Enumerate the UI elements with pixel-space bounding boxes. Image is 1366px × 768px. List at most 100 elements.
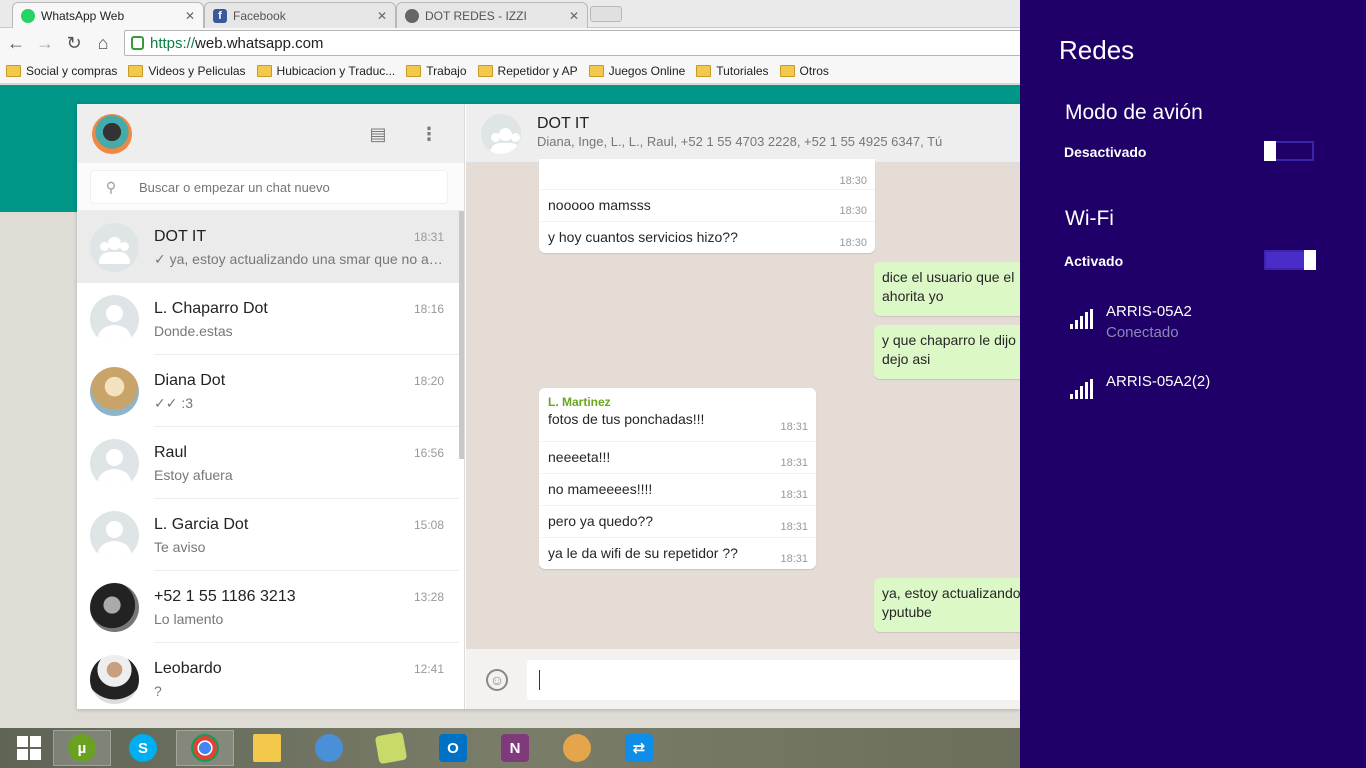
taskbar-onenote[interactable]: N: [486, 730, 544, 766]
bookmark-label: Otros: [799, 63, 829, 78]
url-scheme: https://: [150, 34, 196, 52]
tab-whatsapp-web[interactable]: WhatsApp Web ✕: [12, 2, 204, 28]
bookmark-label: Trabajo: [426, 63, 467, 78]
search-box: ⚲: [91, 171, 447, 203]
back-icon[interactable]: ←: [4, 31, 28, 55]
new-chat-icon[interactable]: ▤: [367, 123, 389, 145]
my-avatar[interactable]: [92, 114, 132, 154]
message-input[interactable]: [527, 660, 1020, 700]
message-out: y que chaparro le dijo dejo asi: [874, 325, 1020, 379]
address-bar[interactable]: https://web.whatsapp.com: [124, 30, 1024, 56]
bookmark-folder[interactable]: Juegos Online: [588, 64, 685, 78]
bookmark-folder[interactable]: Hubicacion y Traduc...: [256, 64, 395, 78]
conversation-pane: DOT IT Diana, Inge, L., L., Raul, +52 1 …: [466, 104, 1020, 709]
message-group-l-martinez: L. Martinez fotos de tus ponchadas!!! 18:…: [539, 388, 816, 569]
facebook-icon: f: [213, 8, 227, 23]
message-text: nooooo mamsss: [548, 197, 651, 213]
chat-name: Diana Dot: [154, 372, 226, 389]
chat-last-message: Donde.estas: [154, 323, 233, 339]
bookmark-folder[interactable]: Otros: [779, 63, 829, 78]
bookmark-folder[interactable]: Tutoriales: [696, 64, 769, 78]
chat-last-message: Te aviso: [154, 539, 206, 555]
toggle-knob: [1304, 250, 1316, 270]
message-time: 18:31: [780, 553, 808, 565]
wifi-toggle[interactable]: [1264, 250, 1316, 270]
bookmark-label: Videos y Peliculas: [148, 63, 246, 78]
chat-item-raul[interactable]: Raul 16:56 Estoy afuera: [77, 427, 459, 499]
close-tab-icon[interactable]: ✕: [185, 9, 195, 23]
conversation-header[interactable]: DOT IT Diana, Inge, L., L., Raul, +52 1 …: [466, 104, 1020, 163]
message-text: y hoy cuantos servicios hizo??: [548, 229, 738, 245]
page-icon: [405, 8, 419, 23]
home-icon[interactable]: ⌂: [91, 31, 115, 55]
start-button[interactable]: [0, 730, 58, 766]
chat-last-message: ?: [154, 683, 162, 699]
taskbar-outlook[interactable]: O: [424, 730, 482, 766]
bookmark-label: Social y compras: [26, 63, 118, 78]
toggle-knob: [1264, 141, 1276, 161]
close-tab-icon[interactable]: ✕: [377, 9, 387, 23]
message-out: ya, estoy actualizando yputube: [874, 578, 1020, 632]
message-line: pero ya quedo?? 18:31: [539, 505, 816, 537]
taskbar-sticky-notes[interactable]: [362, 730, 420, 766]
forward-icon[interactable]: →: [33, 31, 57, 55]
bookmarks-bar: Social y compras Videos y Peliculas Hubi…: [0, 58, 1020, 84]
tab-title: WhatsApp Web: [41, 8, 125, 23]
chat-item-leobardo[interactable]: Leobardo 12:41 ?: [77, 643, 459, 709]
taskbar-network-tool[interactable]: [300, 730, 358, 766]
panel-title: Redes: [1059, 35, 1135, 65]
message-line: ya, estoy actualizando: [882, 585, 1020, 601]
bookmark-folder[interactable]: Repetidor y AP: [477, 64, 578, 78]
chat-list: DOT IT 18:31 ✓ ya, estoy actualizando un…: [77, 211, 464, 709]
emoji-icon[interactable]: ☺: [486, 669, 508, 691]
chat-item-phone-contact[interactable]: +52 1 55 1186 3213 13:28 Lo lamento: [77, 571, 459, 643]
avatar: [90, 439, 139, 488]
message-text: dice el usuario que el ahorita yo: [874, 262, 1020, 312]
close-tab-icon[interactable]: ✕: [569, 9, 579, 23]
chat-list-scrollbar[interactable]: [459, 211, 464, 459]
chat-time: 15:08: [413, 518, 444, 532]
network-status: Conectado: [1106, 324, 1179, 341]
taskbar: µ S O N ⇄: [0, 728, 1020, 768]
chrome-icon: [191, 734, 219, 762]
airplane-mode-toggle[interactable]: [1264, 141, 1314, 161]
tab-dot-redes[interactable]: DOT REDES - IZZI ✕: [396, 2, 588, 28]
bookmark-folder[interactable]: Trabajo: [406, 63, 467, 78]
chat-time: 18:20: [413, 374, 444, 388]
network-item-arris-05a2-2[interactable]: ARRIS-05A2(2): [1070, 373, 1330, 417]
message-line: yputube: [882, 604, 932, 620]
taskbar-paint[interactable]: [548, 730, 606, 766]
bookmark-folder[interactable]: Social y compras: [6, 64, 117, 78]
message-line: ahorita yo: [882, 288, 944, 304]
network-item-arris-05a2[interactable]: ARRIS-05A2 Conectado: [1070, 303, 1330, 347]
taskbar-chrome[interactable]: [176, 730, 234, 766]
chat-item-dot-it[interactable]: DOT IT 18:31 ✓ ya, estoy actualizando un…: [77, 211, 459, 283]
tab-facebook[interactable]: f Facebook ✕: [204, 2, 396, 28]
taskbar-utorrent[interactable]: µ: [53, 730, 111, 766]
folder-icon: [696, 64, 712, 77]
chat-item-l-chaparro-dot[interactable]: L. Chaparro Dot 18:16 Donde.estas: [77, 283, 459, 355]
search-input[interactable]: [139, 179, 429, 195]
taskbar-skype[interactable]: S: [114, 730, 172, 766]
message-out: dice el usuario que el ahorita yo: [874, 262, 1020, 316]
message-time: 18:31: [780, 457, 808, 469]
menu-icon[interactable]: ⋮: [418, 123, 440, 145]
message-line: fotos de tus ponchadas!!! 18:31: [539, 409, 816, 441]
taskbar-file-explorer[interactable]: [238, 730, 296, 766]
message-time: 18:30: [839, 175, 867, 187]
chat-item-l-garcia-dot[interactable]: L. Garcia Dot 15:08 Te aviso: [77, 499, 459, 571]
chat-item-diana-dot[interactable]: Diana Dot 18:20 ✓✓ :3: [77, 355, 459, 427]
taskbar-teamviewer[interactable]: ⇄: [610, 730, 668, 766]
new-tab-button[interactable]: [590, 6, 622, 22]
reload-icon[interactable]: ↻: [62, 31, 86, 55]
message-text: fotos de tus ponchadas!!!: [548, 411, 705, 427]
chat-time: 16:56: [413, 446, 444, 460]
bookmark-folder[interactable]: Videos y Peliculas: [128, 63, 246, 78]
wifi-signal-icon: [1070, 309, 1096, 329]
sticky-notes-icon: [374, 731, 408, 765]
skype-icon: S: [129, 734, 157, 762]
network-tool-icon: [315, 734, 343, 762]
utorrent-icon: µ: [68, 734, 96, 762]
group-avatar: [90, 223, 139, 272]
chat-name: Leobardo: [154, 660, 222, 677]
